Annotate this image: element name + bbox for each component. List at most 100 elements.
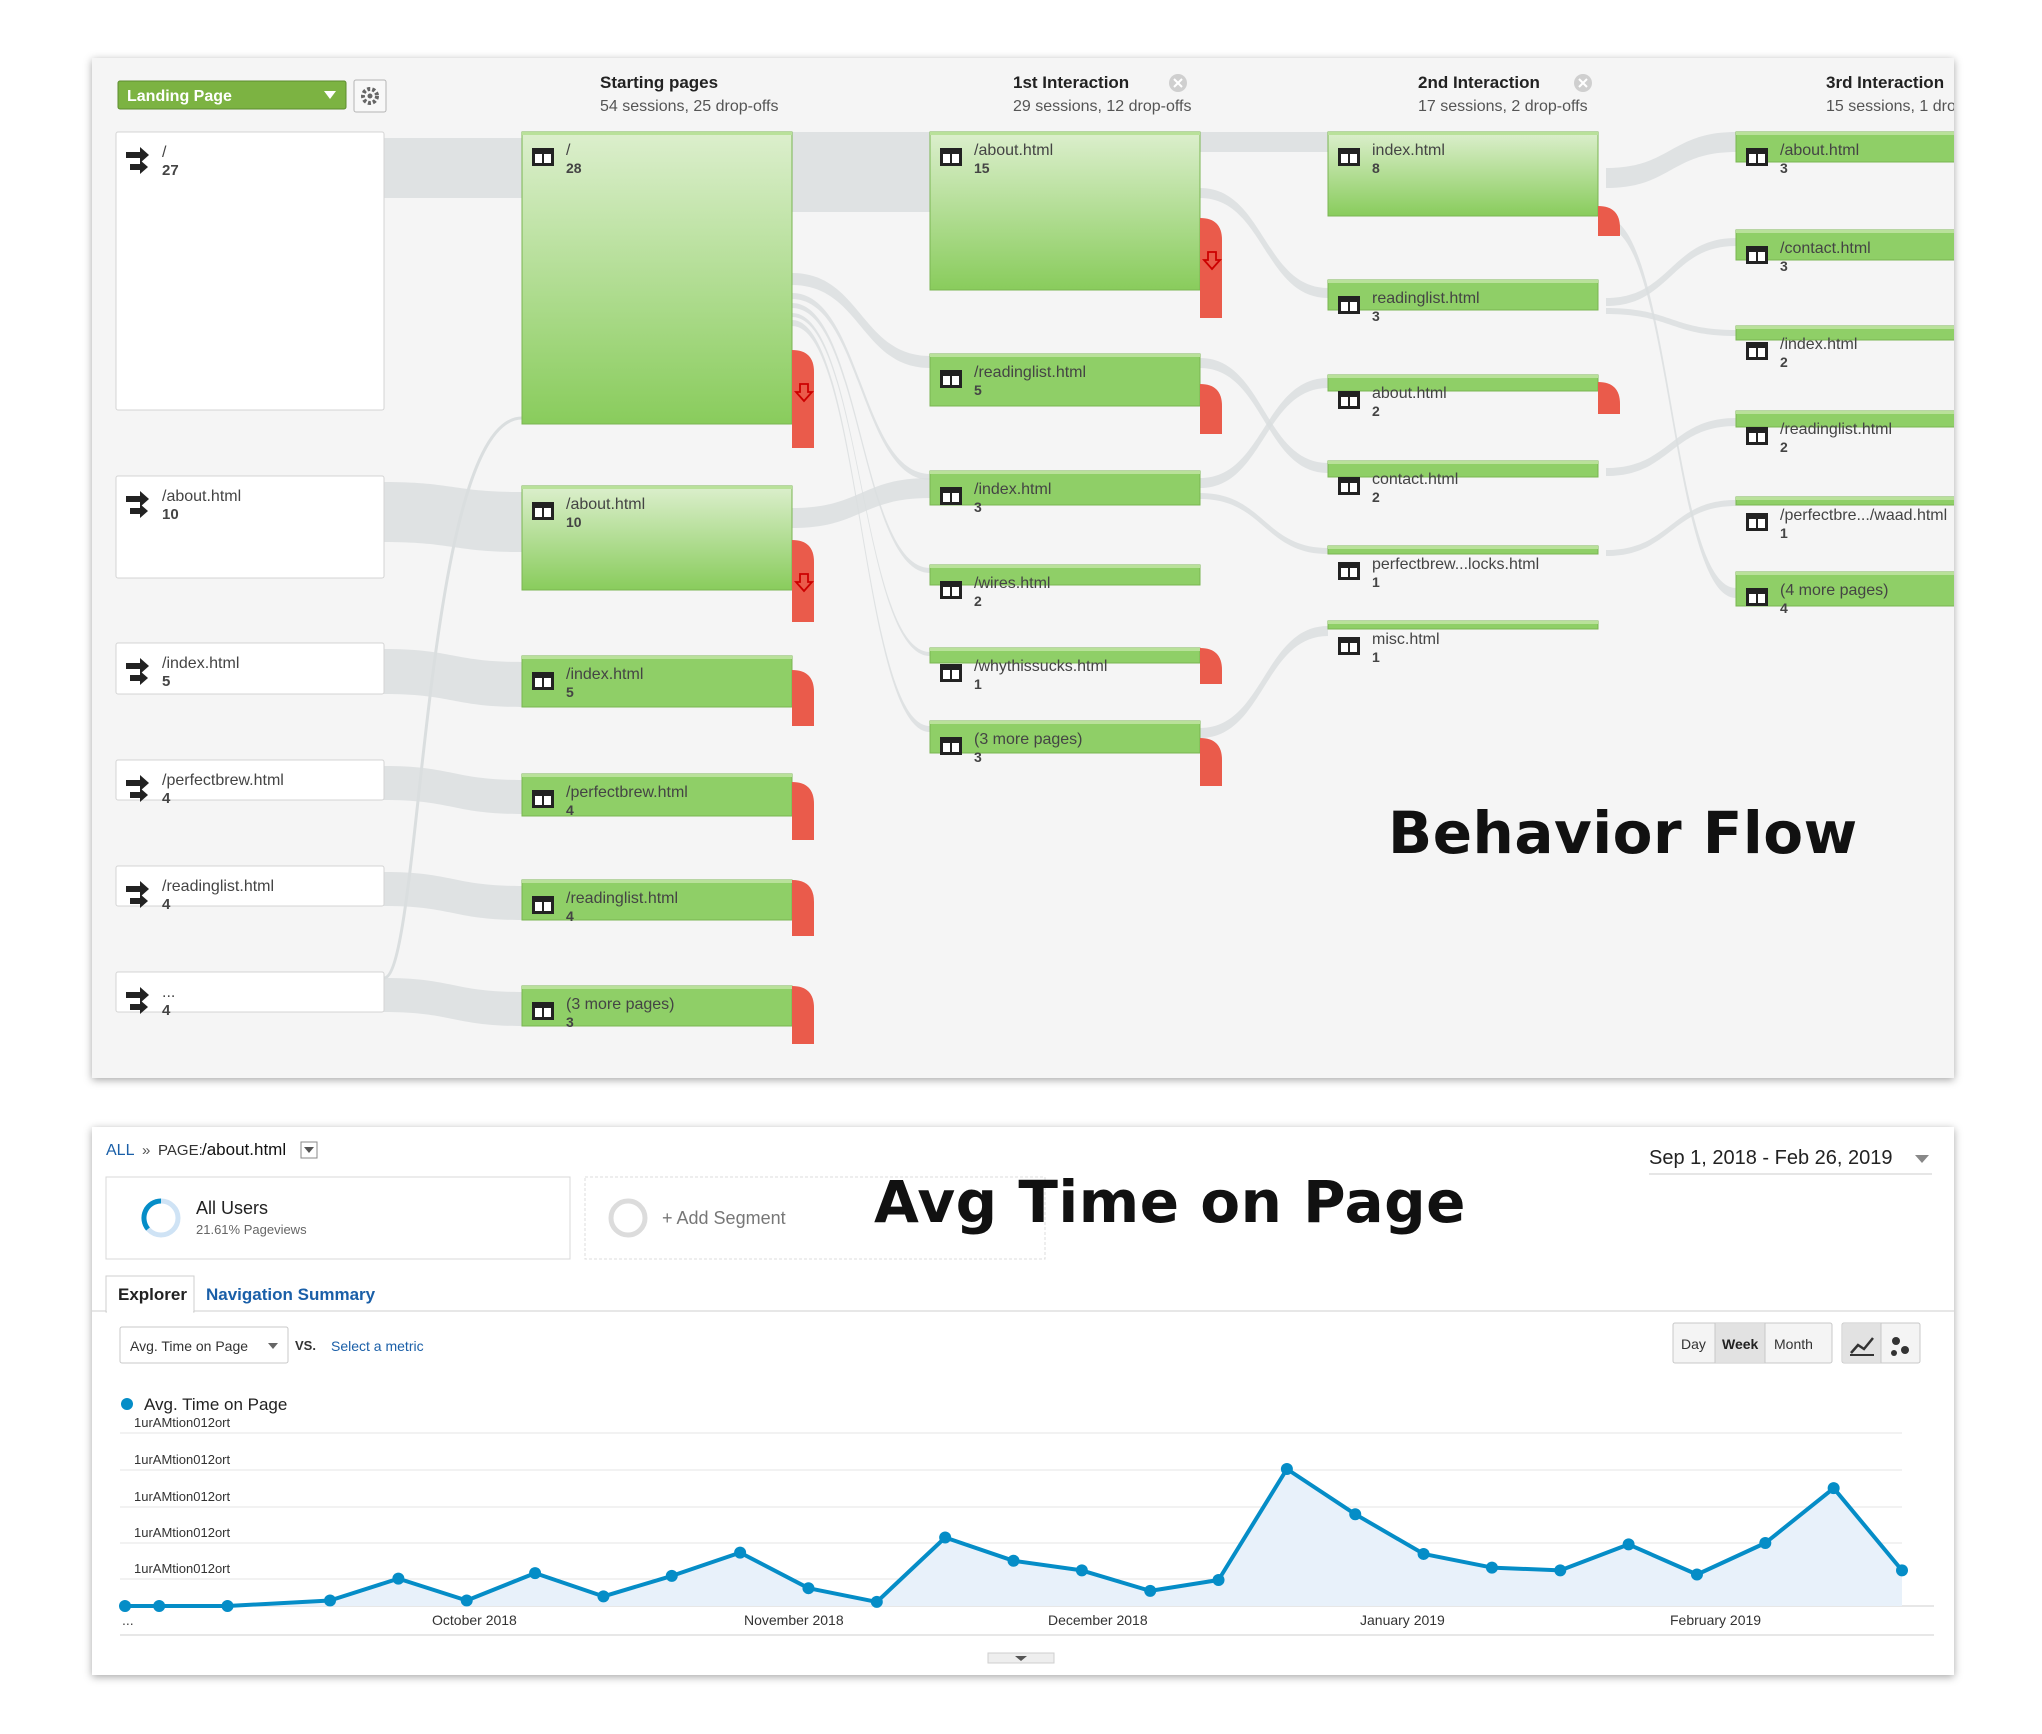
data-point[interactable] xyxy=(324,1594,337,1607)
landing-page-node[interactable]: /27 xyxy=(115,131,385,411)
first-interaction-node[interactable]: (3 more pages)3 xyxy=(929,720,1222,786)
first-interaction-node[interactable]: /whythissucks.html1 xyxy=(929,647,1222,692)
starting-pages-node[interactable]: /readinglist.html4 xyxy=(521,879,814,936)
dropoff-bar[interactable] xyxy=(792,670,814,726)
dropoff-bar[interactable] xyxy=(1598,206,1620,236)
data-point[interactable] xyxy=(597,1590,610,1603)
landing-page-node[interactable]: /index.html5 xyxy=(115,642,385,695)
flow-link[interactable] xyxy=(384,649,522,707)
data-point[interactable] xyxy=(1075,1564,1088,1577)
data-point[interactable] xyxy=(460,1594,473,1607)
x-tick-label: December 2018 xyxy=(1048,1612,1148,1628)
data-point[interactable] xyxy=(1759,1536,1772,1549)
dropoff-bar[interactable] xyxy=(792,880,814,936)
data-point[interactable] xyxy=(392,1572,405,1585)
data-point[interactable] xyxy=(1349,1508,1362,1521)
data-point[interactable] xyxy=(1554,1564,1567,1577)
starting-pages-node[interactable]: /28 xyxy=(521,131,815,448)
data-point[interactable] xyxy=(1417,1547,1430,1560)
flow-link[interactable] xyxy=(384,978,522,1026)
starting-pages-node[interactable]: /index.html5 xyxy=(521,655,814,726)
segment-all-users[interactable]: All Users 21.61% Pageviews xyxy=(105,1176,571,1260)
third-interaction-node[interactable]: /readinglist.html2 xyxy=(1735,410,1954,455)
data-point[interactable] xyxy=(734,1546,747,1559)
tab-explorer[interactable]: Explorer xyxy=(105,1275,195,1313)
first-interaction-node[interactable]: /index.html3 xyxy=(929,470,1201,515)
data-point[interactable] xyxy=(1622,1538,1635,1551)
dropoff-bar[interactable] xyxy=(1200,384,1222,434)
dropoff-bar[interactable] xyxy=(792,540,814,622)
dropoff-bar[interactable] xyxy=(792,986,814,1044)
landing-page-node[interactable]: /readinglist.html4 xyxy=(115,865,385,913)
flow-link[interactable] xyxy=(1606,238,1736,306)
third-interaction-node[interactable]: /about.html3 xyxy=(1735,131,1954,176)
second-interaction-node[interactable]: readinglist.html3 xyxy=(1327,279,1599,324)
first-interaction-node[interactable]: /about.html15 xyxy=(929,131,1223,318)
data-point[interactable] xyxy=(1280,1463,1293,1475)
third-interaction-node[interactable]: (4 more pages)4 xyxy=(1735,571,1954,616)
data-point[interactable] xyxy=(1690,1568,1703,1581)
second-interaction-node[interactable]: perfectbrew...locks.html1 xyxy=(1327,545,1599,590)
flow-link[interactable] xyxy=(1606,132,1736,188)
breadcrumb-page-dropdown[interactable] xyxy=(300,1141,318,1159)
starting-pages-node[interactable]: /about.html10 xyxy=(521,485,815,622)
select-metric-link[interactable]: Select a metric xyxy=(331,1338,424,1354)
second-interaction-node[interactable]: index.html8 xyxy=(1327,131,1620,236)
data-point[interactable] xyxy=(870,1595,883,1608)
data-point[interactable] xyxy=(1212,1573,1225,1586)
dropoff-bar[interactable] xyxy=(1200,648,1222,684)
second-interaction-node[interactable]: about.html2 xyxy=(1327,374,1620,419)
third-interaction-node[interactable]: /perfectbre.../waad.html1 xyxy=(1735,496,1954,541)
granularity-day-button[interactable]: Day xyxy=(1681,1336,1706,1352)
data-point[interactable] xyxy=(529,1567,542,1580)
settings-gear-button[interactable] xyxy=(353,79,387,113)
dropoff-bar[interactable] xyxy=(1598,382,1620,414)
data-point[interactable] xyxy=(939,1531,952,1544)
landing-page-node[interactable]: /about.html10 xyxy=(115,475,385,579)
data-point[interactable] xyxy=(1144,1584,1157,1597)
node-label: /index.html xyxy=(1780,336,1857,353)
landing-page-node[interactable]: ...4 xyxy=(115,971,385,1019)
first-interaction-node[interactable]: /readinglist.html5 xyxy=(929,353,1222,434)
second-interaction-node[interactable]: contact.html2 xyxy=(1327,460,1599,505)
flow-link[interactable] xyxy=(1606,500,1736,556)
starting-pages-node[interactable]: /perfectbrew.html4 xyxy=(521,773,814,840)
metric-select[interactable]: Avg. Time on Page xyxy=(119,1326,289,1364)
node-label: /index.html xyxy=(974,481,1051,498)
flow-link[interactable] xyxy=(1200,132,1328,152)
flow-link[interactable] xyxy=(384,138,522,198)
flow-link[interactable] xyxy=(792,273,930,368)
third-interaction-node[interactable]: /index.html2 xyxy=(1735,325,1954,370)
granularity-week-button[interactable]: Week xyxy=(1722,1336,1759,1352)
dropoff-bar[interactable] xyxy=(792,782,814,840)
data-point[interactable] xyxy=(1007,1554,1020,1567)
flow-link[interactable] xyxy=(1606,418,1736,476)
data-point[interactable] xyxy=(119,1600,131,1612)
third-interaction-node[interactable]: /contact.html3 xyxy=(1735,229,1954,274)
landing-page-node[interactable]: /perfectbrew.html4 xyxy=(115,759,385,807)
flow-link[interactable] xyxy=(1200,493,1328,554)
dimension-select[interactable]: Landing Page xyxy=(117,80,347,110)
flow-link[interactable] xyxy=(384,482,522,552)
data-point[interactable] xyxy=(1896,1564,1908,1577)
data-point[interactable] xyxy=(665,1569,678,1582)
data-point[interactable] xyxy=(802,1582,815,1595)
data-point[interactable] xyxy=(1485,1561,1498,1574)
flow-link[interactable] xyxy=(1606,308,1736,336)
starting-pages-node[interactable]: (3 more pages)3 xyxy=(521,985,814,1044)
data-point[interactable] xyxy=(1827,1482,1840,1495)
second-interaction-node[interactable]: misc.html1 xyxy=(1327,620,1599,665)
tab-navigation-summary[interactable]: Navigation Summary xyxy=(206,1285,376,1304)
data-point[interactable] xyxy=(221,1600,234,1612)
date-range-picker[interactable]: Sep 1, 2018 - Feb 26, 2019 xyxy=(1649,1147,1932,1175)
remove-step-button[interactable] xyxy=(1574,74,1592,92)
data-point[interactable] xyxy=(153,1600,166,1612)
breadcrumb-all-link[interactable]: ALL xyxy=(106,1142,135,1159)
remove-step-button[interactable] xyxy=(1169,74,1187,92)
first-interaction-node[interactable]: /wires.html2 xyxy=(929,564,1201,609)
dropoff-bar[interactable] xyxy=(1200,738,1222,786)
chart-resize-handle[interactable] xyxy=(987,1652,1055,1664)
granularity-month-button[interactable]: Month xyxy=(1774,1336,1813,1352)
flow-link[interactable] xyxy=(792,132,930,212)
flow-link[interactable] xyxy=(384,766,522,814)
